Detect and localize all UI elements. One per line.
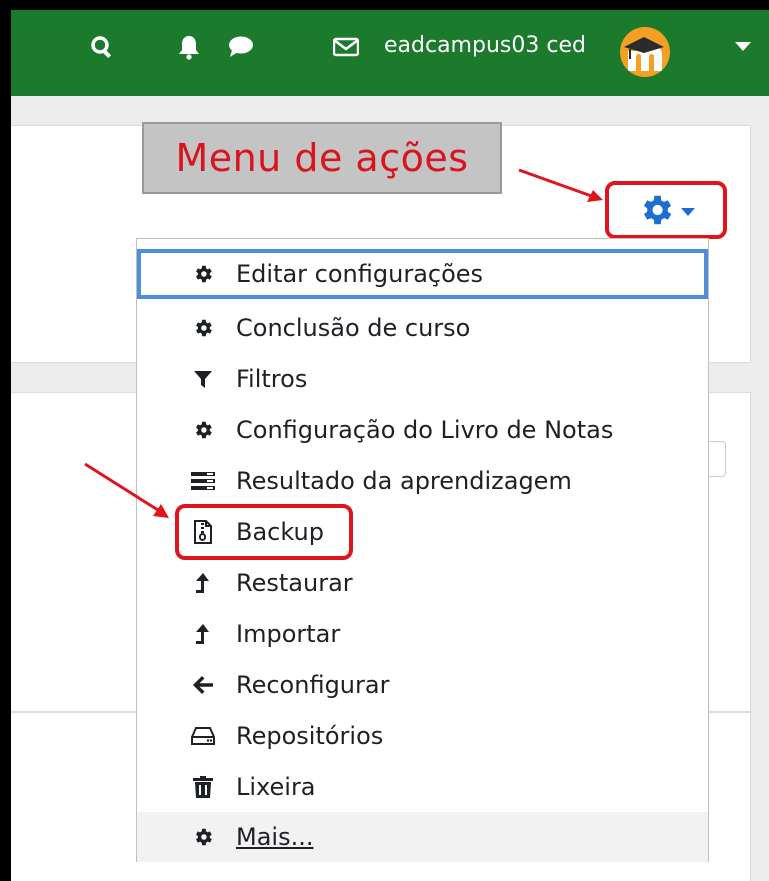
menu-item-edit-settings[interactable]: Editar configurações [137, 249, 708, 299]
arrow-left-icon [191, 672, 215, 698]
filter-icon [191, 366, 215, 392]
menu-item-filters[interactable]: Filtros [137, 354, 708, 404]
chevron-down-icon [681, 207, 695, 216]
menu-item-label: Mais... [236, 823, 314, 851]
bell-icon[interactable] [172, 30, 206, 64]
window-edge [11, 0, 769, 10]
user-menu-caret-icon[interactable] [735, 42, 751, 51]
menu-item-label: Repositórios [236, 722, 384, 750]
menu-item-label: Reconfigurar [236, 671, 390, 699]
level-up-icon [191, 621, 215, 647]
callout-text: Menu de ações [175, 136, 469, 180]
gear-icon [191, 261, 215, 287]
menu-item-reset[interactable]: Reconfigurar [137, 660, 708, 710]
level-up-icon [191, 570, 215, 596]
action-menu-button[interactable] [605, 181, 727, 239]
menu-item-label: Lixeira [236, 773, 316, 801]
menu-item-gradebook-setup[interactable]: Configuração do Livro de Notas [137, 405, 708, 455]
menu-item-label: Importar [236, 620, 341, 648]
menu-item-label: Restaurar [236, 569, 353, 597]
screen: eadcampus03 ced Menu de ações Editar con [11, 0, 769, 881]
menu-item-restore[interactable]: Restaurar [137, 558, 708, 608]
user-name[interactable]: eadcampus03 ced [384, 32, 586, 60]
chat-icon[interactable] [224, 30, 258, 64]
backup-highlight-box [175, 504, 353, 560]
avatar[interactable] [620, 27, 670, 77]
gear-icon [191, 824, 215, 850]
gear-icon [191, 417, 215, 443]
menu-item-label: Filtros [236, 365, 308, 393]
envelope-icon[interactable] [329, 30, 363, 64]
menu-item-outcomes[interactable]: Resultado da aprendizagem [137, 456, 708, 506]
menu-item-label: Editar configurações [236, 260, 484, 288]
hdd-icon [191, 723, 215, 749]
menu-item-label: Conclusão de curso [236, 314, 471, 342]
trash-icon [191, 774, 215, 800]
menu-item-repositories[interactable]: Repositórios [137, 711, 708, 761]
menu-item-import[interactable]: Importar [137, 609, 708, 659]
gear-icon [643, 195, 672, 225]
menu-item-course-completion[interactable]: Conclusão de curso [137, 303, 708, 353]
menu-item-label: Resultado da aprendizagem [236, 467, 572, 495]
annotation-callout: Menu de ações [142, 122, 502, 194]
annotation-arrow [518, 168, 603, 202]
search-icon[interactable] [85, 30, 119, 64]
backup-annotation-arrow [84, 462, 169, 518]
gear-icon [191, 315, 215, 341]
menu-item-more[interactable]: Mais... [137, 812, 708, 862]
menu-item-recycle-bin[interactable]: Lixeira [137, 762, 708, 812]
menu-item-label: Configuração do Livro de Notas [236, 416, 614, 444]
list-icon [191, 468, 215, 494]
